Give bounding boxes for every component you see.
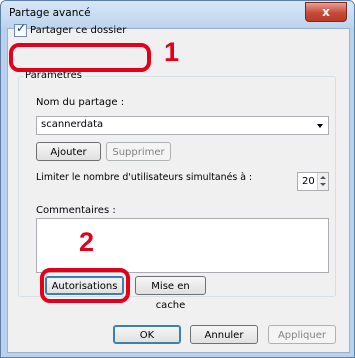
caching-button-label: Mise en cache	[151, 281, 190, 311]
step2-highlight-box	[40, 268, 130, 303]
comments-label: Commentaires :	[36, 205, 116, 216]
close-button[interactable]: x	[305, 2, 347, 22]
window-title: Partage avancé	[9, 7, 91, 19]
limit-users-label: Limiter le nombre d'utilisateurs simulta…	[36, 172, 253, 183]
share-name-dropdown[interactable]: scannerdata	[36, 116, 329, 135]
add-button[interactable]: Ajouter	[36, 142, 101, 161]
cancel-button[interactable]: Annuler	[190, 325, 258, 344]
step1-highlight-box	[9, 43, 151, 72]
limit-users-value: 20	[302, 176, 315, 187]
remove-button[interactable]: Supprimer	[106, 142, 171, 161]
share-name-label: Nom du partage :	[36, 97, 125, 108]
add-button-label: Ajouter	[50, 147, 87, 158]
ok-button[interactable]: OK	[113, 325, 181, 344]
ok-button-label: OK	[139, 330, 155, 341]
share-name-value: scannerdata	[41, 119, 104, 130]
share-folder-checkbox-row[interactable]: Partager ce dossier	[14, 21, 127, 37]
spin-up-icon[interactable]	[320, 176, 326, 179]
share-folder-label: Partager ce dossier	[30, 25, 127, 36]
spinner-buttons[interactable]	[317, 173, 328, 190]
cancel-button-label: Annuler	[204, 330, 244, 341]
spin-down-icon[interactable]	[320, 183, 326, 186]
close-icon: x	[322, 5, 330, 19]
caching-button[interactable]: Mise en cache	[135, 276, 206, 311]
apply-button-label: Appliquer	[277, 330, 327, 341]
limit-users-spinner[interactable]: 20	[297, 172, 329, 191]
share-folder-checkbox[interactable]	[14, 21, 27, 37]
apply-button[interactable]: Appliquer	[268, 325, 336, 344]
remove-button-label: Supprimer	[112, 147, 165, 158]
step2-number: 2	[79, 227, 95, 257]
chevron-down-icon	[317, 124, 323, 128]
step1-number: 1	[164, 37, 180, 67]
